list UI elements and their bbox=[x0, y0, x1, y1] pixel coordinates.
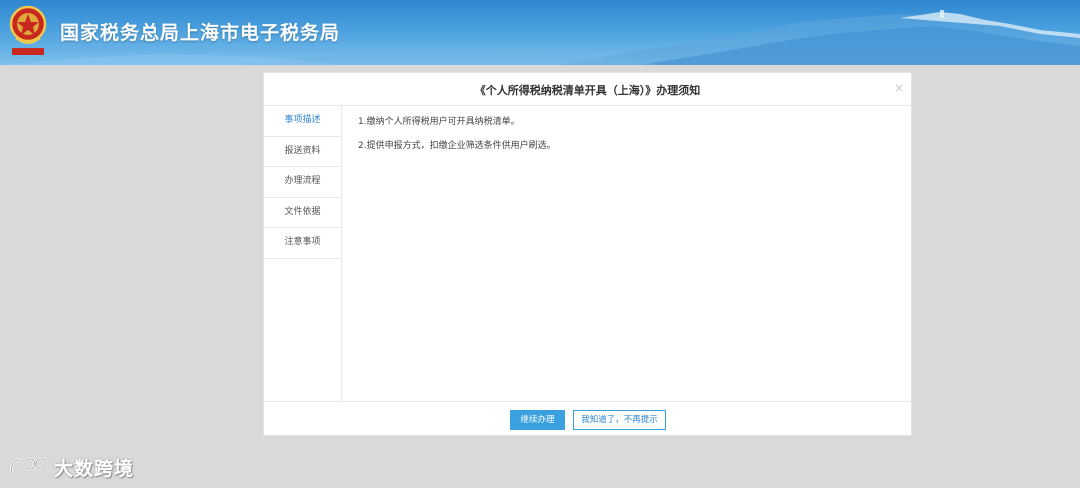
notice-modal: 《个人所得税纳税清单开具（上海）》办理须知 × 事项描述 报送资料 办理流程 文… bbox=[263, 72, 912, 436]
tax-emblem-icon bbox=[8, 4, 48, 58]
site-title: 国家税务总局上海市电子税务局 bbox=[60, 22, 341, 44]
nav-item-description[interactable]: 事项描述 bbox=[264, 106, 341, 137]
close-icon[interactable]: × bbox=[894, 82, 904, 94]
site-header: 国家税务总局上海市电子税务局 bbox=[0, 0, 1080, 65]
modal-header: 《个人所得税纳税清单开具（上海）》办理须知 × bbox=[264, 73, 911, 106]
nav-item-materials[interactable]: 报送资料 bbox=[264, 137, 341, 167]
content-line: 1.缴纳个人所得税用户可开具纳税清单。 bbox=[358, 117, 520, 127]
modal-title: 《个人所得税纳税清单开具（上海）》办理须知 bbox=[474, 84, 701, 97]
watermark-text: 大数跨境 bbox=[54, 457, 135, 480]
content-line: 2.提供申报方式，扣缴企业筛选条件供用户刷选。 bbox=[358, 141, 556, 151]
continue-button[interactable]: 继续办理 bbox=[510, 410, 565, 430]
modal-footer: 继续办理 我知道了，不再提示 bbox=[264, 401, 911, 436]
nav-item-notes[interactable]: 注意事项 bbox=[264, 228, 341, 259]
watermark: 大数跨境 bbox=[8, 453, 134, 481]
nav-item-process[interactable]: 办理流程 bbox=[264, 167, 341, 198]
side-nav: 事项描述 报送资料 办理流程 文件依据 注意事项 bbox=[264, 106, 342, 401]
dismiss-button[interactable]: 我知道了，不再提示 bbox=[573, 410, 666, 430]
content-panel: 1.缴纳个人所得税用户可开具纳税清单。 2.提供申报方式，扣缴企业筛选条件供用户… bbox=[358, 116, 898, 164]
nav-item-documents[interactable]: 文件依据 bbox=[264, 198, 341, 228]
watermark-logo-icon bbox=[10, 457, 48, 475]
